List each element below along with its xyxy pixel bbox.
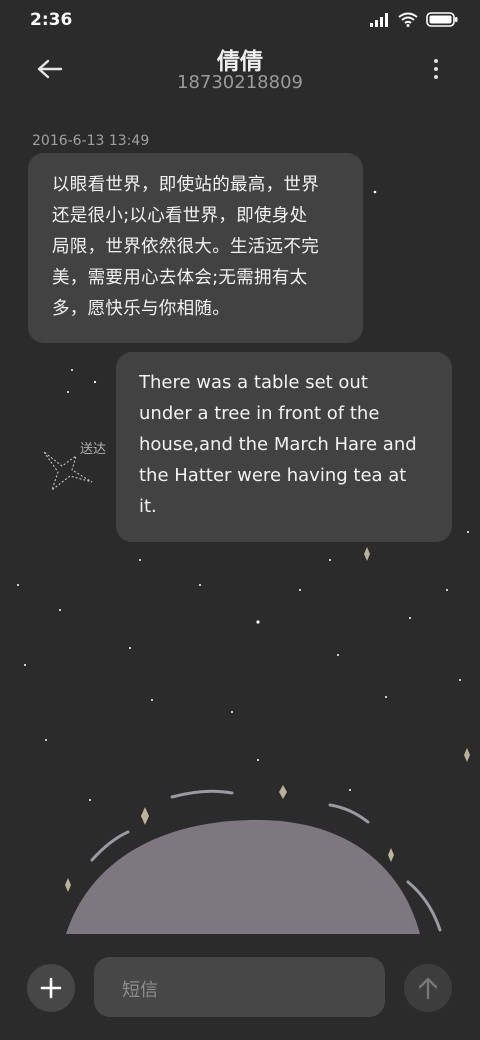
message-line: the Hatter were having tea at bbox=[139, 465, 407, 486]
message-line: 还是很小;以心看世界，即使身处 bbox=[52, 206, 308, 226]
outgoing-message-bubble[interactable]: There was a table set out under a tree i… bbox=[116, 352, 452, 542]
message-line: house,and the March Hare and bbox=[139, 434, 417, 455]
delivery-status: 送达 bbox=[80, 442, 107, 457]
plus-icon bbox=[40, 977, 62, 999]
bird-doodle bbox=[43, 451, 93, 492]
message-line: 多，愿快乐与你相随。 bbox=[52, 299, 230, 319]
message-line: 美，需要用心去体会;无需拥有太 bbox=[52, 268, 308, 288]
incoming-message-text: 以眼看世界，即使站的最高，世界 还是很小;以心看世界，即使身处 局限，世界依然很… bbox=[52, 170, 352, 325]
battery-icon bbox=[426, 12, 458, 27]
status-bar: 2:36 bbox=[0, 0, 480, 40]
outgoing-message-text: There was a table set out under a tree i… bbox=[139, 367, 439, 522]
status-icons bbox=[370, 12, 458, 27]
send-button[interactable] bbox=[404, 964, 452, 1012]
add-attachment-button[interactable] bbox=[27, 964, 75, 1012]
wifi-icon bbox=[398, 12, 418, 27]
message-input[interactable]: 短信 bbox=[94, 957, 385, 1017]
message-timestamp: 2016-6-13 13:49 bbox=[32, 133, 150, 149]
contact-name: 倩倩 bbox=[217, 49, 263, 75]
incoming-message-bubble[interactable]: 以眼看世界，即使站的最高，世界 还是很小;以心看世界，即使身处 局限，世界依然很… bbox=[28, 153, 363, 343]
signal-icon bbox=[370, 12, 388, 27]
send-arrow-icon bbox=[418, 977, 438, 1000]
message-input-placeholder: 短信 bbox=[122, 980, 158, 1001]
message-line: 以眼看世界，即使站的最高，世界 bbox=[52, 175, 319, 195]
clock: 2:36 bbox=[30, 10, 73, 30]
more-vertical-icon bbox=[434, 59, 438, 79]
message-line: under a tree in front of the bbox=[139, 403, 380, 424]
contact-number: 18730218809 bbox=[177, 72, 303, 93]
message-line: There was a table set out bbox=[139, 372, 368, 393]
message-line: 局限，世界依然很大。生活远不完 bbox=[52, 237, 319, 257]
message-line: it. bbox=[139, 496, 157, 517]
more-options-button[interactable] bbox=[428, 54, 444, 84]
